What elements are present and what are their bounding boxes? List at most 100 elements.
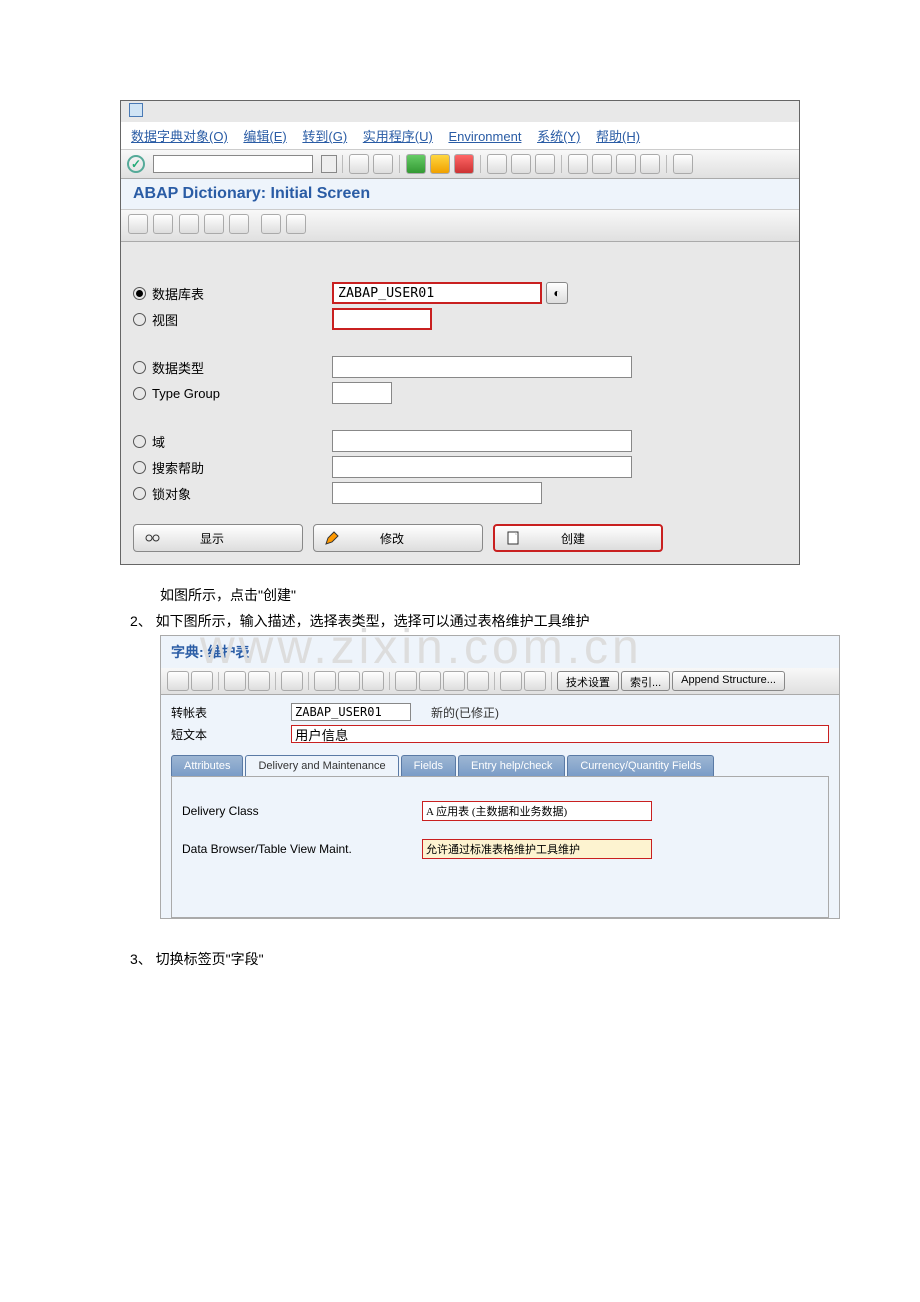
tab-entry-help[interactable]: Entry help/check: [458, 755, 565, 776]
other-obj-icon[interactable]: [248, 671, 270, 691]
tb-icon[interactable]: [500, 671, 522, 691]
display-change-icon[interactable]: [224, 671, 246, 691]
radio-view[interactable]: [133, 313, 146, 326]
menu-help[interactable]: 帮助(H): [596, 129, 640, 144]
menu-object[interactable]: 数据字典对象(O): [131, 129, 228, 144]
print-icon[interactable]: [487, 154, 507, 174]
window-icon-bar: [121, 101, 799, 122]
tablename-label: 转帐表: [171, 704, 291, 721]
info-icon[interactable]: [467, 671, 489, 691]
label-searchhelp: 搜索帮助: [152, 458, 332, 477]
radio-dbtable[interactable]: [133, 287, 146, 300]
display-label: 显示: [200, 530, 224, 547]
delete-icon[interactable]: [261, 214, 281, 234]
list-item-3: 3、 切换标签页"字段": [130, 949, 800, 969]
application-toolbar: [121, 210, 799, 242]
menu-edit[interactable]: 编辑(E): [243, 129, 286, 144]
nav-fwd-icon[interactable]: [191, 671, 213, 691]
create-button[interactable]: 创建: [493, 524, 663, 552]
indexes-button[interactable]: 索引...: [621, 671, 670, 691]
activate-icon[interactable]: [314, 671, 336, 691]
maint-select[interactable]: 允许通过标准表格维护工具维护: [422, 839, 652, 859]
label-domain: 域: [152, 432, 332, 451]
label-typegroup: Type Group: [152, 386, 332, 401]
standard-toolbar: ✓: [121, 150, 799, 179]
nav-exit-icon[interactable]: [430, 154, 450, 174]
menu-utilities[interactable]: 实用程序(U): [363, 129, 433, 144]
maint-label: Data Browser/Table View Maint.: [182, 842, 422, 856]
new-page-icon: [505, 530, 521, 546]
input-typegroup[interactable]: [332, 382, 392, 404]
where-used-icon[interactable]: [204, 214, 224, 234]
first-page-icon[interactable]: [568, 154, 588, 174]
check-icon[interactable]: [153, 214, 173, 234]
back-icon[interactable]: [349, 154, 369, 174]
tab-strip: Attributes Delivery and Maintenance Fiel…: [171, 755, 829, 776]
tab-currency[interactable]: Currency/Quantity Fields: [567, 755, 714, 776]
input-lockobj[interactable]: [332, 482, 542, 504]
append-structure-button[interactable]: Append Structure...: [672, 671, 785, 691]
radio-lockobj[interactable]: [133, 487, 146, 500]
contents-icon[interactable]: [419, 671, 441, 691]
help-icon[interactable]: [673, 154, 693, 174]
input-dbtable[interactable]: [332, 282, 542, 304]
dropdown-icon[interactable]: [321, 155, 337, 173]
radio-typegroup[interactable]: [133, 387, 146, 400]
label-datatype: 数据类型: [152, 358, 332, 377]
label-lockobj: 锁对象: [152, 484, 332, 503]
delivery-class-select[interactable]: A 应用表 (主数据和业务数据): [422, 801, 652, 821]
info-icon[interactable]: [229, 214, 249, 234]
radio-searchhelp[interactable]: [133, 461, 146, 474]
content-area: 数据库表 ◐ 视图 数据类型 Type Group 域 搜索帮助: [121, 242, 799, 564]
menu-environment[interactable]: Environment: [448, 129, 521, 144]
tab-attributes[interactable]: Attributes: [171, 755, 243, 776]
find-icon[interactable]: [511, 154, 531, 174]
display-button[interactable]: 显示: [133, 524, 303, 552]
copy-icon[interactable]: [286, 214, 306, 234]
save-icon[interactable]: [373, 154, 393, 174]
graphic-icon[interactable]: [443, 671, 465, 691]
nav-back-icon[interactable]: [167, 671, 189, 691]
change-button[interactable]: 修改: [313, 524, 483, 552]
tb-icon[interactable]: [524, 671, 546, 691]
radio-domain[interactable]: [133, 435, 146, 448]
nav-back-icon[interactable]: [406, 154, 426, 174]
tech-settings-button[interactable]: 技术设置: [557, 671, 619, 691]
label-view: 视图: [152, 310, 332, 329]
input-datatype[interactable]: [332, 356, 632, 378]
input-searchhelp[interactable]: [332, 456, 632, 478]
tab-body: Delivery Class A 应用表 (主数据和业务数据) Data Bro…: [171, 776, 829, 918]
radio-datatype[interactable]: [133, 361, 146, 374]
label-dbtable: 数据库表: [152, 284, 332, 303]
screenshot-maintain-table: 字典: 维护表 技术设置 索引... Append Structure... 转…: [160, 635, 840, 919]
where-used-icon[interactable]: [338, 671, 360, 691]
activate-icon[interactable]: [179, 214, 199, 234]
window-menu-icon[interactable]: [129, 103, 143, 117]
screenshot-initial-screen: 数据字典对象(O) 编辑(E) 转到(G) 实用程序(U) Environmen…: [120, 100, 800, 565]
shorttext-label: 短文本: [171, 726, 291, 743]
next-page-icon[interactable]: [616, 154, 636, 174]
nav-cancel-icon[interactable]: [454, 154, 474, 174]
input-domain[interactable]: [332, 430, 632, 452]
command-field[interactable]: [153, 155, 313, 173]
pencil-icon: [324, 530, 340, 546]
tablename-field: ZABAP_USER01: [291, 703, 411, 721]
prev-page-icon[interactable]: [592, 154, 612, 174]
hierarchy-icon[interactable]: [395, 671, 417, 691]
tab-delivery[interactable]: Delivery and Maintenance: [245, 755, 398, 776]
menu-goto[interactable]: 转到(G): [302, 129, 347, 144]
list-item-2: 2、 如下图所示，输入描述，选择表类型，选择可以通过表格维护工具维护: [130, 611, 800, 631]
page-title-2: 字典: 维护表: [161, 636, 839, 668]
tab-fields[interactable]: Fields: [401, 755, 456, 776]
check-icon[interactable]: [281, 671, 303, 691]
toolbar-2: 技术设置 索引... Append Structure...: [161, 668, 839, 695]
ok-icon[interactable]: ✓: [127, 155, 145, 173]
f4-help-icon[interactable]: ◐: [546, 282, 568, 304]
input-view[interactable]: [332, 308, 432, 330]
last-page-icon[interactable]: [640, 154, 660, 174]
menu-system[interactable]: 系统(Y): [537, 129, 580, 144]
display-change-icon[interactable]: [128, 214, 148, 234]
find-next-icon[interactable]: [535, 154, 555, 174]
shorttext-field[interactable]: [291, 725, 829, 743]
obj-list-icon[interactable]: [362, 671, 384, 691]
